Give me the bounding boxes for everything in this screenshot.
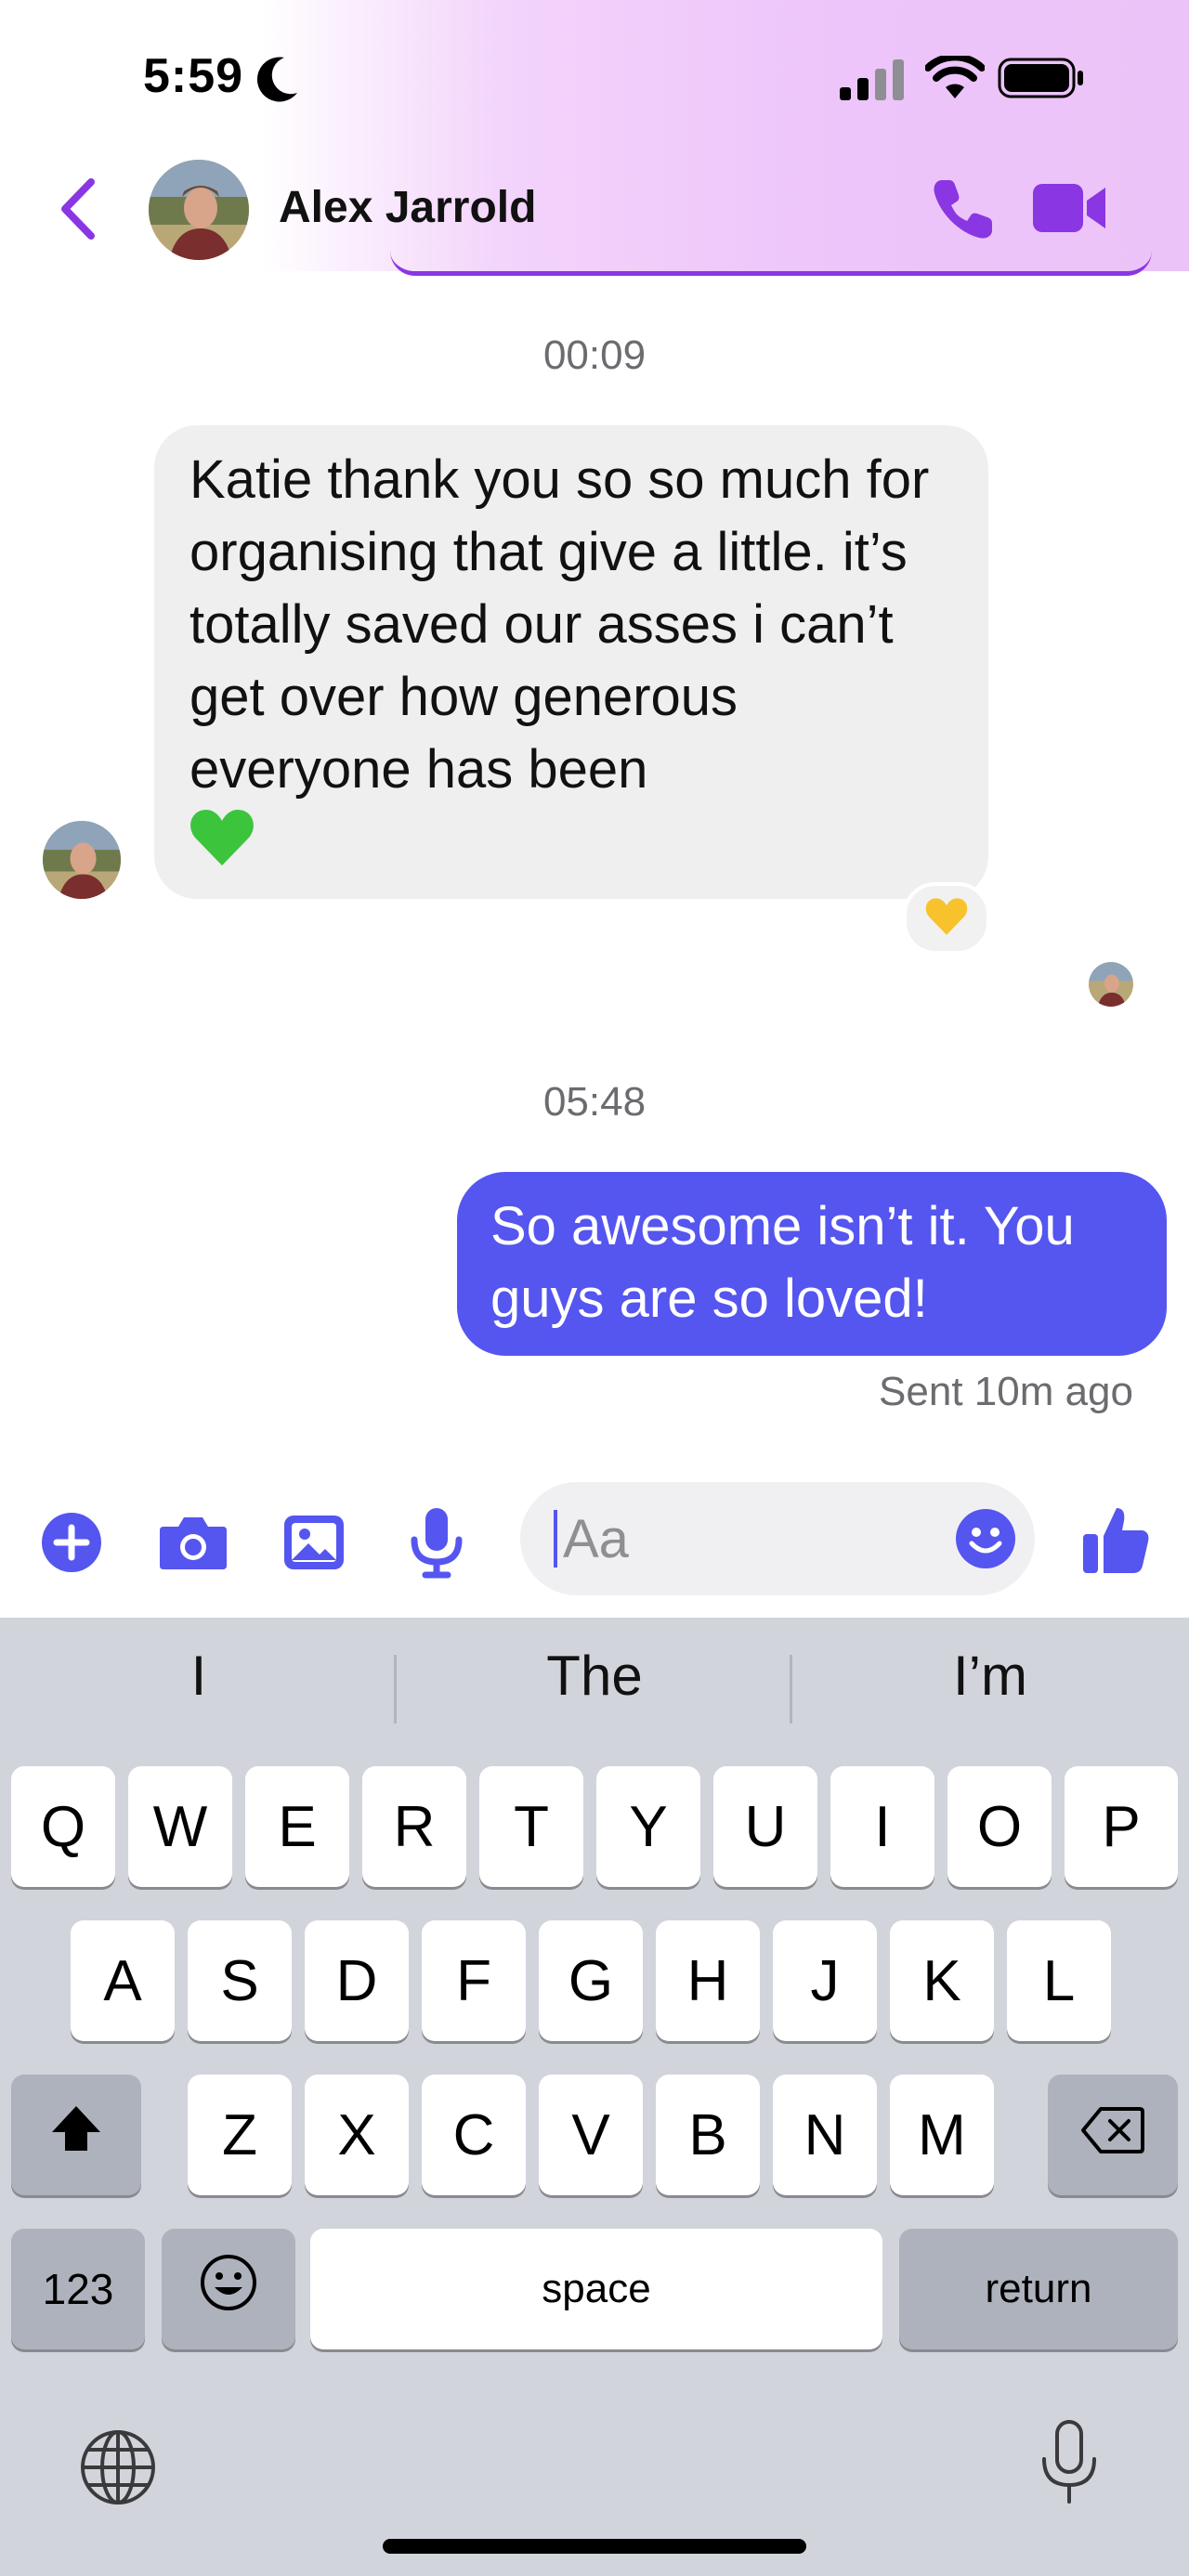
focus-moon-icon	[256, 56, 299, 107]
key-m[interactable]: M	[890, 2075, 994, 2195]
key-b[interactable]: B	[656, 2075, 760, 2195]
key-g[interactable]: G	[539, 1920, 643, 2041]
shift-key[interactable]	[11, 2075, 141, 2195]
key-p[interactable]: P	[1065, 1766, 1178, 1887]
key-j[interactable]: J	[773, 1920, 877, 2041]
plus-icon[interactable]	[41, 1512, 102, 1578]
message-input-placeholder: Aa	[563, 1509, 629, 1569]
numbers-key[interactable]: 123	[11, 2229, 145, 2349]
prediction-divider	[790, 1655, 792, 1724]
prediction-3[interactable]: I’m	[795, 1644, 1185, 1708]
key-d[interactable]: D	[305, 1920, 409, 2041]
key-z[interactable]: Z	[188, 2075, 292, 2195]
message-timestamp: 00:09	[542, 332, 647, 378]
key-c[interactable]: C	[422, 2075, 526, 2195]
key-i[interactable]: I	[830, 1766, 934, 1887]
prediction-divider	[394, 1655, 397, 1724]
key-r[interactable]: R	[362, 1766, 466, 1887]
video-call-icon[interactable]	[1031, 180, 1109, 241]
battery-icon	[998, 58, 1085, 103]
message-timestamp: 05:48	[542, 1079, 647, 1125]
key-f[interactable]: F	[422, 1920, 526, 2041]
backspace-icon	[1080, 2102, 1145, 2168]
green-heart-icon	[189, 808, 970, 886]
key-x[interactable]: X	[305, 2075, 409, 2195]
outgoing-message-text: So awesome isn’t it. You guys are so lov…	[490, 1196, 1075, 1329]
key-y[interactable]: Y	[596, 1766, 700, 1887]
incoming-message-text: Katie thank you so so much for organisin…	[189, 449, 930, 800]
key-e[interactable]: E	[245, 1766, 349, 1887]
thumbs-up-icon[interactable]	[1081, 1504, 1150, 1580]
key-h[interactable]: H	[656, 1920, 760, 2041]
cellular-signal-icon	[840, 59, 907, 105]
gallery-icon[interactable]	[282, 1514, 346, 1576]
emoji-smile-icon[interactable]	[955, 1508, 1016, 1574]
read-receipt-avatar	[1089, 962, 1133, 1007]
emoji-key[interactable]	[162, 2229, 295, 2349]
contact-name[interactable]: Alex Jarrold	[279, 182, 536, 233]
prediction-1[interactable]: I	[4, 1644, 394, 1708]
sender-avatar[interactable]	[43, 821, 121, 899]
contact-avatar[interactable]	[149, 160, 249, 260]
key-v[interactable]: V	[539, 2075, 643, 2195]
key-a[interactable]: A	[71, 1920, 175, 2041]
return-key[interactable]: return	[899, 2229, 1178, 2349]
prediction-2[interactable]: The	[399, 1644, 790, 1708]
space-key[interactable]: space	[310, 2229, 882, 2349]
key-t[interactable]: T	[479, 1766, 583, 1887]
key-u[interactable]: U	[713, 1766, 817, 1887]
delete-key[interactable]	[1048, 2075, 1178, 2195]
key-w[interactable]: W	[128, 1766, 232, 1887]
header-bottom-accent	[390, 251, 1152, 276]
key-n[interactable]: N	[773, 2075, 877, 2195]
message-reaction[interactable]	[903, 882, 990, 955]
incoming-message-bubble[interactable]: Katie thank you so so much for organisin…	[154, 425, 988, 899]
key-s[interactable]: S	[188, 1920, 292, 2041]
outgoing-message-bubble[interactable]: So awesome isn’t it. You guys are so lov…	[457, 1172, 1167, 1356]
key-o[interactable]: O	[947, 1766, 1052, 1887]
message-input[interactable]: Aa	[520, 1482, 1035, 1595]
home-indicator	[383, 2539, 806, 2554]
key-k[interactable]: K	[890, 1920, 994, 2041]
camera-icon[interactable]	[158, 1514, 229, 1576]
status-time: 5:59	[143, 49, 244, 103]
globe-icon[interactable]	[78, 2427, 158, 2512]
wifi-icon	[924, 53, 986, 105]
key-q[interactable]: Q	[11, 1766, 115, 1887]
back-chevron-icon[interactable]	[58, 176, 98, 246]
microphone-icon[interactable]	[409, 1506, 464, 1583]
phone-call-icon[interactable]	[929, 176, 996, 248]
yellow-heart-icon	[925, 897, 968, 941]
shift-arrow-icon	[48, 2102, 104, 2168]
key-l[interactable]: L	[1007, 1920, 1111, 2041]
text-caret	[554, 1510, 557, 1568]
sent-status: Sent 10m ago	[879, 1369, 1133, 1414]
dictation-microphone-icon[interactable]	[1039, 2418, 1100, 2512]
emoji-face-icon	[200, 2254, 257, 2325]
